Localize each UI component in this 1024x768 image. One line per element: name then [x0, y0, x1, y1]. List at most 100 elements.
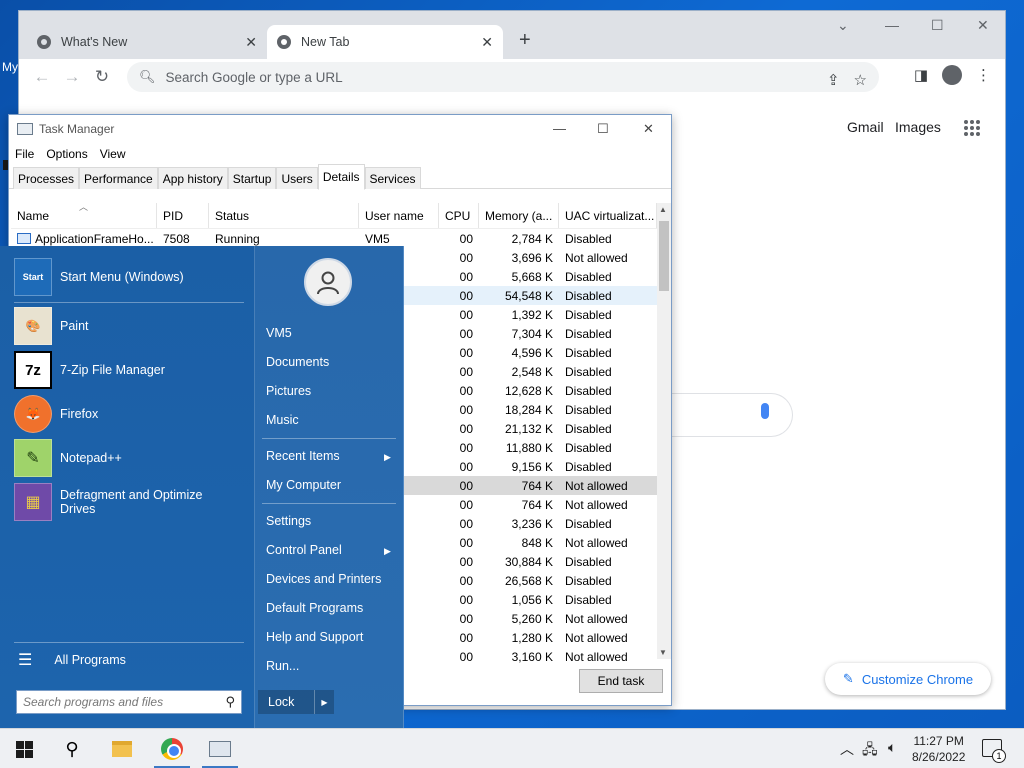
start-link-recent-items[interactable]: Recent Items ▶ [266, 449, 391, 463]
share-icon[interactable]: ⇪ [827, 71, 840, 89]
search-icon[interactable]: ⚲ [225, 694, 235, 710]
address-bar[interactable]: 🔍︎ Search Google or type a URL ⇪ ☆ [127, 62, 879, 92]
separator [14, 302, 244, 303]
start-link-run[interactable]: Run... [266, 659, 299, 673]
scrollbar-thumb[interactable] [659, 221, 669, 291]
scroll-up-icon[interactable]: ▲ [659, 205, 667, 214]
vertical-scrollbar[interactable]: ▲ ▼ [657, 203, 671, 659]
start-link-devices-printers[interactable]: Devices and Printers [266, 572, 381, 586]
menu-options[interactable]: Options [46, 147, 95, 161]
start-link-my-computer[interactable]: My Computer [266, 478, 341, 492]
google-search-box[interactable] [659, 393, 793, 437]
user-icon [317, 271, 339, 295]
minimize-button[interactable]: — [885, 17, 899, 33]
program-start-menu[interactable]: Start Start Menu (Windows) [14, 258, 184, 296]
maximize-button[interactable]: ☐ [931, 17, 944, 34]
column-header-pid[interactable]: PID [157, 203, 209, 228]
all-programs-button[interactable]: ☰ All Programs [18, 650, 126, 670]
submenu-arrow-icon: ▶ [384, 452, 391, 462]
tab-users[interactable]: Users [276, 167, 318, 189]
cell-text: Disabled [565, 516, 612, 531]
tab-processes[interactable]: Processes [13, 167, 80, 189]
start-link-music[interactable]: Music [266, 413, 299, 427]
user-avatar[interactable] [304, 258, 352, 306]
cell-cpu: 00 [439, 609, 479, 628]
desktop-icon-label[interactable]: My [2, 60, 18, 74]
cell-text: 5,260 K [511, 611, 553, 626]
back-icon[interactable]: ← [27, 67, 57, 87]
google-apps-icon[interactable] [964, 120, 980, 136]
search-icon[interactable]: ⚲ [60, 737, 84, 761]
maximize-button[interactable]: ☐ [597, 121, 609, 137]
lock-options-arrow-icon[interactable]: ▶ [314, 690, 334, 714]
reload-icon[interactable]: ↻ [87, 67, 117, 87]
close-window-button[interactable]: ✕ [643, 121, 654, 137]
gmail-link[interactable]: Gmail [847, 119, 884, 135]
profile-avatar-icon[interactable] [942, 65, 962, 85]
scroll-down-icon[interactable]: ▼ [659, 648, 667, 657]
program-notepad-plus-plus[interactable]: ✎ Notepad++ [14, 439, 122, 477]
column-header-uac[interactable]: UAC virtualizat... [559, 203, 657, 228]
cell-cpu: 00 [439, 229, 479, 248]
volume-icon[interactable]: 🔈︎ [888, 739, 896, 756]
tab-app-history[interactable]: App history [157, 167, 228, 189]
start-link-documents[interactable]: Documents [266, 355, 329, 369]
menu-file[interactable]: File [15, 147, 42, 161]
cell-text: 1,392 K [511, 307, 553, 322]
program-defragment[interactable]: ▦ Defragment and Optimize Drives [14, 483, 214, 521]
tab-search-icon[interactable]: ⌄ [837, 17, 849, 34]
windows-logo-icon [15, 740, 33, 758]
show-hidden-icons-icon[interactable]: ︿ [840, 739, 854, 759]
bookmark-star-icon[interactable]: ☆ [854, 71, 867, 89]
start-link-settings[interactable]: Settings [266, 514, 311, 528]
images-link[interactable]: Images [895, 119, 941, 135]
column-header-status[interactable]: Status [209, 203, 359, 228]
start-link-control-panel[interactable]: Control Panel ▶ [266, 543, 391, 557]
close-tab-icon[interactable]: ✕ [481, 34, 493, 51]
lock-button[interactable]: Lock ▶ [258, 690, 334, 714]
column-header-user[interactable]: User name [359, 203, 439, 228]
chrome-icon[interactable] [160, 737, 184, 761]
start-link-help-support[interactable]: Help and Support [266, 630, 363, 644]
tab-startup[interactable]: Startup [227, 167, 277, 189]
end-task-button[interactable]: End task [579, 669, 663, 693]
cell-mem: 3,696 K [479, 248, 559, 267]
title-bar[interactable]: Task Manager — ☐ ✕ [9, 115, 671, 143]
customize-chrome-button[interactable]: ✎ Customize Chrome [825, 663, 991, 695]
clock[interactable]: 11:27 PM 8/26/2022 [912, 733, 965, 765]
close-window-button[interactable]: ✕ [977, 17, 989, 34]
side-panel-icon[interactable]: ◨ [914, 66, 928, 84]
menu-view[interactable]: View [100, 147, 134, 161]
microphone-icon[interactable] [761, 403, 769, 419]
program-firefox[interactable]: 🦊 Firefox [14, 395, 98, 433]
tab-performance[interactable]: Performance [79, 167, 158, 189]
menu-icon[interactable]: ⋮ [976, 66, 991, 84]
program-paint[interactable]: 🎨 Paint [14, 307, 89, 345]
network-icon[interactable]: 🖧 [862, 739, 878, 763]
cell-mem: 30,884 K [479, 552, 559, 571]
cell-text: Disabled [565, 231, 612, 246]
task-manager-taskbar-icon[interactable] [208, 737, 232, 761]
start-link-default-programs[interactable]: Default Programs [266, 601, 363, 615]
file-explorer-icon[interactable] [110, 737, 134, 761]
tab-new-tab[interactable]: New Tab ✕ [267, 25, 503, 59]
start-link-user[interactable]: VM5 [266, 326, 292, 340]
forward-icon[interactable]: → [57, 67, 87, 87]
new-tab-button[interactable]: + [519, 29, 531, 52]
window-title: Task Manager [39, 122, 115, 136]
cell-uac: Disabled [559, 514, 657, 533]
close-tab-icon[interactable]: ✕ [245, 34, 257, 51]
tab-services[interactable]: Services [364, 167, 421, 189]
cell-text: 00 [459, 573, 473, 588]
start-link-pictures[interactable]: Pictures [266, 384, 311, 398]
search-programs-input[interactable]: Search programs and files ⚲ [16, 690, 242, 714]
tab-whats-new[interactable]: What's New ✕ [27, 25, 267, 59]
program-7zip[interactable]: 7z 7-Zip File Manager [14, 351, 165, 389]
column-header-memory[interactable]: Memory (a... [479, 203, 559, 228]
tab-details[interactable]: Details [317, 164, 365, 190]
start-button[interactable] [12, 737, 36, 761]
program-label: Paint [60, 319, 89, 333]
column-header-cpu[interactable]: CPU [439, 203, 479, 228]
minimize-button[interactable]: — [553, 121, 566, 136]
cell-uac: Not allowed [559, 495, 657, 514]
